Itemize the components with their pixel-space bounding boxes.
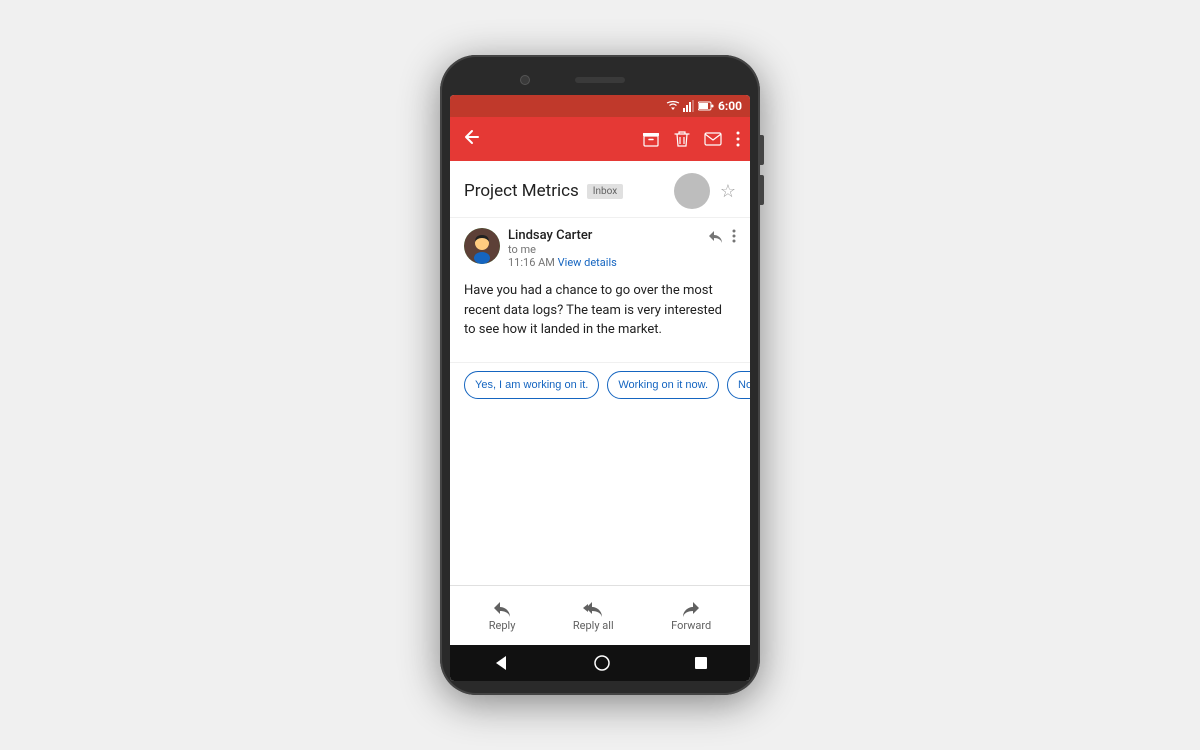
back-arrow-icon xyxy=(460,126,482,148)
forward-action[interactable]: Forward xyxy=(671,599,711,632)
reply-all-action-icon xyxy=(582,599,604,617)
nav-recent-icon[interactable] xyxy=(694,656,708,670)
email-subject-area: Project Metrics Inbox xyxy=(464,181,623,201)
nav-back-icon[interactable] xyxy=(492,654,510,672)
archive-icon[interactable] xyxy=(642,130,660,148)
nav-bar xyxy=(450,645,750,681)
phone-screen: 6:00 xyxy=(450,95,750,681)
reply-action-icon xyxy=(492,599,512,617)
volume-button xyxy=(760,135,764,165)
sender-info: Lindsay Carter to me 11:16 AM View detai… xyxy=(508,228,700,269)
view-details-link[interactable]: View details xyxy=(558,256,617,269)
forward-label: Forward xyxy=(671,619,711,632)
signal-icon xyxy=(683,100,695,112)
phone-device: 6:00 xyxy=(440,55,760,695)
toolbar xyxy=(450,117,750,161)
reply-icon-small[interactable] xyxy=(708,228,724,244)
email-content: Lindsay Carter to me 11:16 AM View detai… xyxy=(450,218,750,585)
status-icons xyxy=(666,100,714,112)
smart-reply-1[interactable]: Yes, I am working on it. xyxy=(464,371,599,399)
email-body: Have you had a chance to go over the mos… xyxy=(464,277,736,352)
sender-actions xyxy=(708,228,736,244)
reply-all-label: Reply all xyxy=(573,619,614,632)
sender-row: Lindsay Carter to me 11:16 AM View detai… xyxy=(464,228,736,269)
toolbar-actions xyxy=(642,130,740,148)
sender-name: Lindsay Carter xyxy=(508,228,700,243)
more-icon[interactable] xyxy=(736,131,740,147)
wifi-icon xyxy=(666,100,680,112)
camera-icon xyxy=(520,75,530,85)
email-header: Project Metrics Inbox ☆ xyxy=(450,161,750,218)
battery-icon xyxy=(698,101,714,111)
forward-action-icon xyxy=(681,599,701,617)
status-time: 6:00 xyxy=(718,99,742,113)
email-subject: Project Metrics xyxy=(464,181,579,201)
mail-icon[interactable] xyxy=(704,132,722,146)
back-button[interactable] xyxy=(460,126,482,153)
volume-button-2 xyxy=(760,175,764,205)
reply-label: Reply xyxy=(489,619,516,632)
reply-all-action[interactable]: Reply all xyxy=(573,599,614,632)
reply-action[interactable]: Reply xyxy=(489,599,516,632)
star-icon[interactable]: ☆ xyxy=(720,181,736,202)
sender-time: 11:16 AM View details xyxy=(508,256,700,269)
phone-top-bar xyxy=(450,69,750,91)
speaker xyxy=(575,77,625,83)
smart-reply-3[interactable]: No, I have not. xyxy=(727,371,750,399)
sender-avatar xyxy=(464,228,500,264)
delete-icon[interactable] xyxy=(674,130,690,148)
sender-to: to me xyxy=(508,243,700,256)
inbox-badge: Inbox xyxy=(587,184,623,199)
contact-avatar xyxy=(674,173,710,209)
status-bar: 6:00 xyxy=(450,95,750,117)
more-icon-small[interactable] xyxy=(732,229,736,243)
email-header-right: ☆ xyxy=(674,173,736,209)
email-message: Lindsay Carter to me 11:16 AM View detai… xyxy=(450,218,750,362)
sender-avatar-svg xyxy=(464,228,500,264)
nav-home-icon[interactable] xyxy=(593,654,611,672)
smart-reply-2[interactable]: Working on it now. xyxy=(607,371,719,399)
bottom-action-bar: Reply Reply all Forward xyxy=(450,585,750,645)
smart-replies: Yes, I am working on it. Working on it n… xyxy=(450,362,750,409)
